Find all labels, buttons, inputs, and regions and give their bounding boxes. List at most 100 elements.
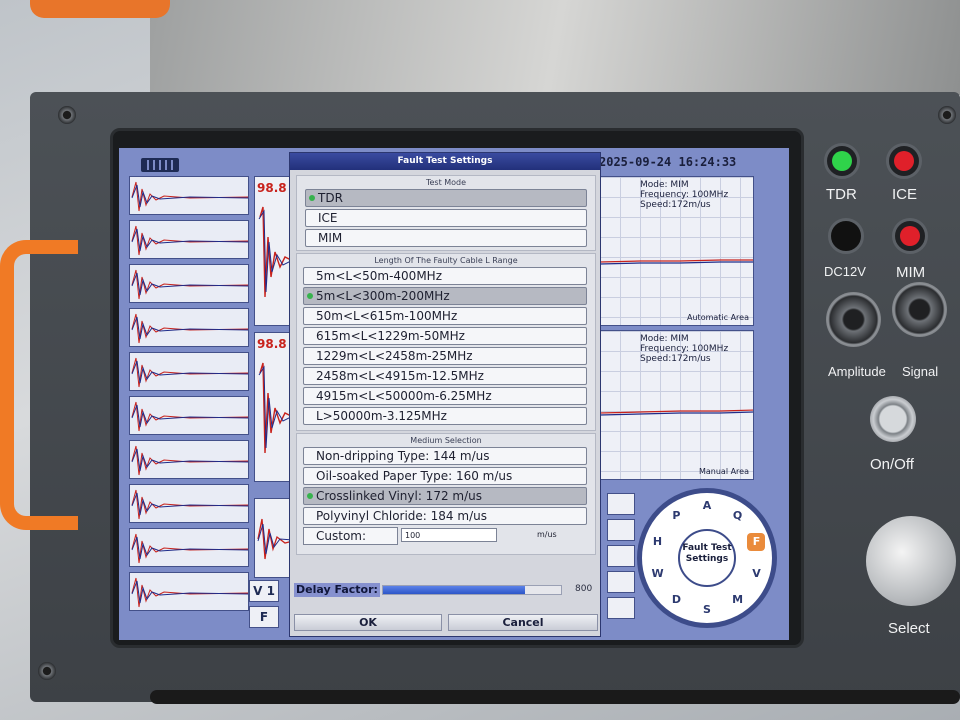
custom-medium-option[interactable]: Custom: [303, 527, 398, 545]
vertical-label[interactable]: V 1 [249, 580, 279, 602]
dial-function-icon[interactable]: M [729, 591, 747, 609]
delay-factor-slider[interactable] [382, 585, 562, 595]
waveform-thumbnail[interactable] [129, 396, 249, 435]
dial-function-icon[interactable]: S [698, 601, 716, 619]
medium-option[interactable]: Oil-soaked Paper Type: 160 m/us [303, 467, 587, 485]
dial-function-icon[interactable]: W [649, 565, 667, 583]
amplitude-label: Amplitude [828, 364, 886, 379]
ice-indicator [886, 143, 922, 179]
cable-range-option[interactable]: 4915m<L<50000m-6.25MHz [303, 387, 587, 405]
test-mode-option-label: ICE [318, 211, 338, 225]
waveform-thumbnail[interactable] [129, 352, 249, 391]
selected-radio-icon [307, 493, 313, 499]
dial-function-icon[interactable]: P [667, 507, 685, 525]
cable-range-title: Length Of The Faulty Cable L Range [374, 256, 518, 265]
cable-range-option[interactable]: 615m<L<1229m-50MHz [303, 327, 587, 345]
cable-range-option[interactable]: 1229m<L<2458m-25MHz [303, 347, 587, 365]
waveform-icon [131, 357, 248, 388]
medium-option[interactable]: Polyvinyl Chloride: 184 m/us [303, 507, 587, 525]
medium-option[interactable]: Crosslinked Vinyl: 172 m/us [303, 487, 587, 505]
side-button[interactable] [607, 571, 635, 593]
screw-icon [938, 106, 956, 124]
dial-function-icon[interactable]: F [747, 532, 766, 551]
manual-waveform [600, 409, 753, 416]
tdr-led-icon [832, 151, 852, 171]
signal-connector[interactable] [892, 282, 947, 337]
trace-panel-bottom[interactable]: 98.8 [254, 332, 294, 482]
automatic-area-plot[interactable]: Mode: MIM Frequency: 100MHz Speed:172m/u… [599, 176, 754, 326]
cable-range-group: Length Of The Faulty Cable L Range 5m<L<… [296, 253, 596, 431]
cable-range-option[interactable]: L>50000m-3.125MHz [303, 407, 587, 425]
medium-option[interactable]: Non-dripping Type: 144 m/us [303, 447, 587, 465]
cable-range-option[interactable]: 5m<L<50m-400MHz [303, 267, 587, 285]
dial-function-icon[interactable]: V [747, 565, 765, 583]
waveform-icon [131, 401, 248, 432]
waveform-thumbnail[interactable] [129, 484, 249, 523]
manual-area-plot[interactable]: Mode: MIM Frequency: 100MHz Speed:172m/u… [599, 330, 754, 480]
cable-range-option-label: 50m<L<615m-100MHz [316, 309, 458, 323]
waveform-thumbnail[interactable] [129, 440, 249, 479]
delay-factor-label: Delay Factor: [294, 583, 380, 597]
test-mode-title: Test Mode [425, 178, 467, 187]
test-mode-option-label: TDR [318, 191, 343, 205]
waveform-thumbnail[interactable] [129, 176, 249, 215]
side-button[interactable] [607, 597, 635, 619]
cable-range-option[interactable]: 2458m<L<4915m-12.5MHz [303, 367, 587, 385]
test-mode-option[interactable]: TDR [305, 189, 587, 207]
side-button[interactable] [607, 493, 635, 515]
delay-factor-row: Delay Factor: 800 [290, 581, 602, 599]
waveform-thumbnail[interactable] [129, 264, 249, 303]
cancel-button[interactable]: Cancel [448, 614, 598, 631]
test-mode-option[interactable]: ICE [305, 209, 587, 227]
medium-option-label: Crosslinked Vinyl: 172 m/us [316, 489, 482, 503]
fault-test-settings-dialog: Fault Test Settings Test Mode TDR ICE MIM … [289, 152, 601, 637]
side-button[interactable] [607, 545, 635, 567]
screw-icon [58, 106, 76, 124]
dc12v-port[interactable] [828, 218, 864, 254]
manual-area-label: Manual Area [698, 467, 749, 476]
frequency-label[interactable]: F [249, 606, 279, 628]
dial-function-icon[interactable]: H [649, 533, 667, 551]
dial-function-icon[interactable]: Q [729, 507, 747, 525]
onoff-label: On/Off [870, 456, 914, 473]
ok-button[interactable]: OK [294, 614, 442, 631]
dialog-title: Fault Test Settings [290, 153, 600, 170]
waveform-icon [131, 181, 248, 212]
waveform-thumbnail[interactable] [129, 308, 249, 347]
waveform-thumbnail[interactable] [129, 220, 249, 259]
trace-panel-small[interactable] [254, 498, 294, 578]
background-floor [150, 0, 960, 95]
screen: 2025-09-24 16:24:33 98.8 98.8 V 1 F Mode… [119, 148, 789, 640]
cable-range-option-label: 1229m<L<2458m-25MHz [316, 349, 473, 363]
power-button[interactable] [870, 396, 916, 442]
selected-radio-icon [307, 293, 313, 299]
cable-range-option[interactable]: 50m<L<615m-100MHz [303, 307, 587, 325]
function-dial[interactable]: Fault Test Settings AQFVMSDWHP [637, 488, 777, 628]
select-knob[interactable] [866, 516, 956, 606]
trace-panel-top[interactable]: 98.8 [254, 176, 294, 326]
cable-range-option[interactable]: 5m<L<300m-200MHz [303, 287, 587, 305]
automatic-area-label: Automatic Area [687, 313, 749, 322]
dial-function-icon[interactable]: D [667, 591, 685, 609]
trace-value: 98.8 [257, 181, 287, 195]
medium-option-label: Non-dripping Type: 144 m/us [316, 449, 490, 463]
waveform-thumbnail[interactable] [129, 572, 249, 611]
cable-range-option-label: 615m<L<1229m-50MHz [316, 329, 465, 343]
custom-speed-input[interactable] [401, 528, 497, 542]
ice-label: ICE [892, 186, 918, 203]
waveform-icon [131, 533, 248, 564]
waveform-thumbnail[interactable] [129, 528, 249, 567]
side-button[interactable] [607, 519, 635, 541]
waveform-icon [131, 313, 248, 344]
automatic-waveform [600, 259, 753, 265]
dial-function-icon[interactable]: A [698, 497, 716, 515]
medium-selection-title: Medium Selection [410, 436, 482, 445]
medium-option-label: Oil-soaked Paper Type: 160 m/us [316, 469, 513, 483]
dc12v-label: DC12V [824, 264, 866, 279]
amplitude-knob[interactable] [826, 292, 881, 347]
dial-center-label[interactable]: Fault Test Settings [678, 529, 736, 587]
ice-led-icon [894, 151, 914, 171]
device-top-handle [30, 0, 170, 18]
waveform-icon [131, 445, 248, 476]
test-mode-option[interactable]: MIM [305, 229, 587, 247]
